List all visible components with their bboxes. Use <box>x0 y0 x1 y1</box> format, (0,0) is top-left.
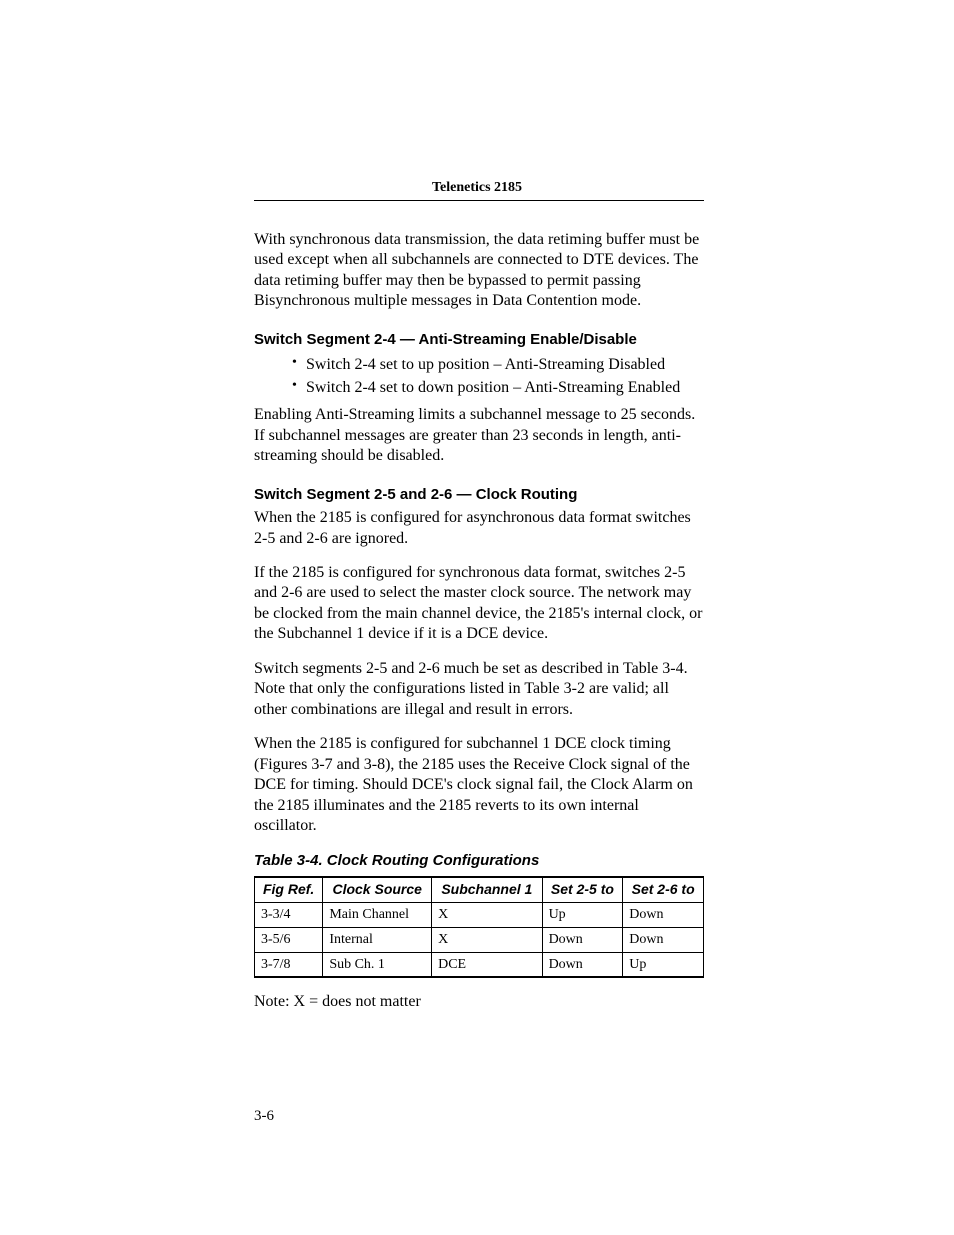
table-note: Note: X = does not matter <box>254 992 704 1012</box>
table-header-row: Fig Ref. Clock Source Subchannel 1 Set 2… <box>255 877 704 902</box>
section-24-heading: Switch Segment 2-4 — Anti-Streaming Enab… <box>254 330 704 349</box>
cell: 3-7/8 <box>255 952 323 977</box>
cell: Down <box>623 927 704 952</box>
section-2526-p3: Switch segments 2-5 and 2-6 much be set … <box>254 659 704 720</box>
page-content: With synchronous data transmission, the … <box>254 230 704 1013</box>
col-set-2-6: Set 2-6 to <box>623 877 704 902</box>
cell: Down <box>542 927 623 952</box>
bullet-item: • Switch 2-4 set to down position – Anti… <box>254 376 704 399</box>
col-clock-source: Clock Source <box>323 877 432 902</box>
cell: Down <box>623 902 704 927</box>
cell: 3-5/6 <box>255 927 323 952</box>
bullet-item: • Switch 2-4 set to up position – Anti-S… <box>254 353 704 376</box>
bullet-text: Switch 2-4 set to down position – Anti-S… <box>306 376 680 399</box>
cell: Down <box>542 952 623 977</box>
section-24-paragraph: Enabling Anti-Streaming limits a subchan… <box>254 405 704 466</box>
cell: X <box>432 927 542 952</box>
document-page: Telenetics 2185 With synchronous data tr… <box>0 0 954 1235</box>
cell: Internal <box>323 927 432 952</box>
intro-paragraph: With synchronous data transmission, the … <box>254 230 704 312</box>
bullet-icon: • <box>292 376 306 399</box>
section-2526-p1: When the 2185 is configured for asynchro… <box>254 508 704 549</box>
table-row: 3-3/4 Main Channel X Up Down <box>255 902 704 927</box>
section-2526-p2: If the 2185 is configured for synchronou… <box>254 563 704 645</box>
cell: Up <box>623 952 704 977</box>
section-2526-heading: Switch Segment 2-5 and 2-6 — Clock Routi… <box>254 485 704 504</box>
table-row: 3-5/6 Internal X Down Down <box>255 927 704 952</box>
col-set-2-5: Set 2-5 to <box>542 877 623 902</box>
table-row: 3-7/8 Sub Ch. 1 DCE Down Up <box>255 952 704 977</box>
cell: DCE <box>432 952 542 977</box>
running-header: Telenetics 2185 <box>0 180 954 196</box>
section-24-bullets: • Switch 2-4 set to up position – Anti-S… <box>254 353 704 399</box>
bullet-icon: • <box>292 353 306 376</box>
cell: Sub Ch. 1 <box>323 952 432 977</box>
section-2526-p4: When the 2185 is configured for subchann… <box>254 734 704 836</box>
cell: X <box>432 902 542 927</box>
bullet-text: Switch 2-4 set to up position – Anti-Str… <box>306 353 665 376</box>
header-rule <box>254 200 704 201</box>
col-subchannel-1: Subchannel 1 <box>432 877 542 902</box>
cell: 3-3/4 <box>255 902 323 927</box>
clock-routing-table: Fig Ref. Clock Source Subchannel 1 Set 2… <box>254 876 704 979</box>
table-caption: Table 3-4. Clock Routing Configurations <box>254 851 704 870</box>
page-number: 3-6 <box>254 1108 274 1125</box>
cell: Up <box>542 902 623 927</box>
col-fig-ref: Fig Ref. <box>255 877 323 902</box>
cell: Main Channel <box>323 902 432 927</box>
